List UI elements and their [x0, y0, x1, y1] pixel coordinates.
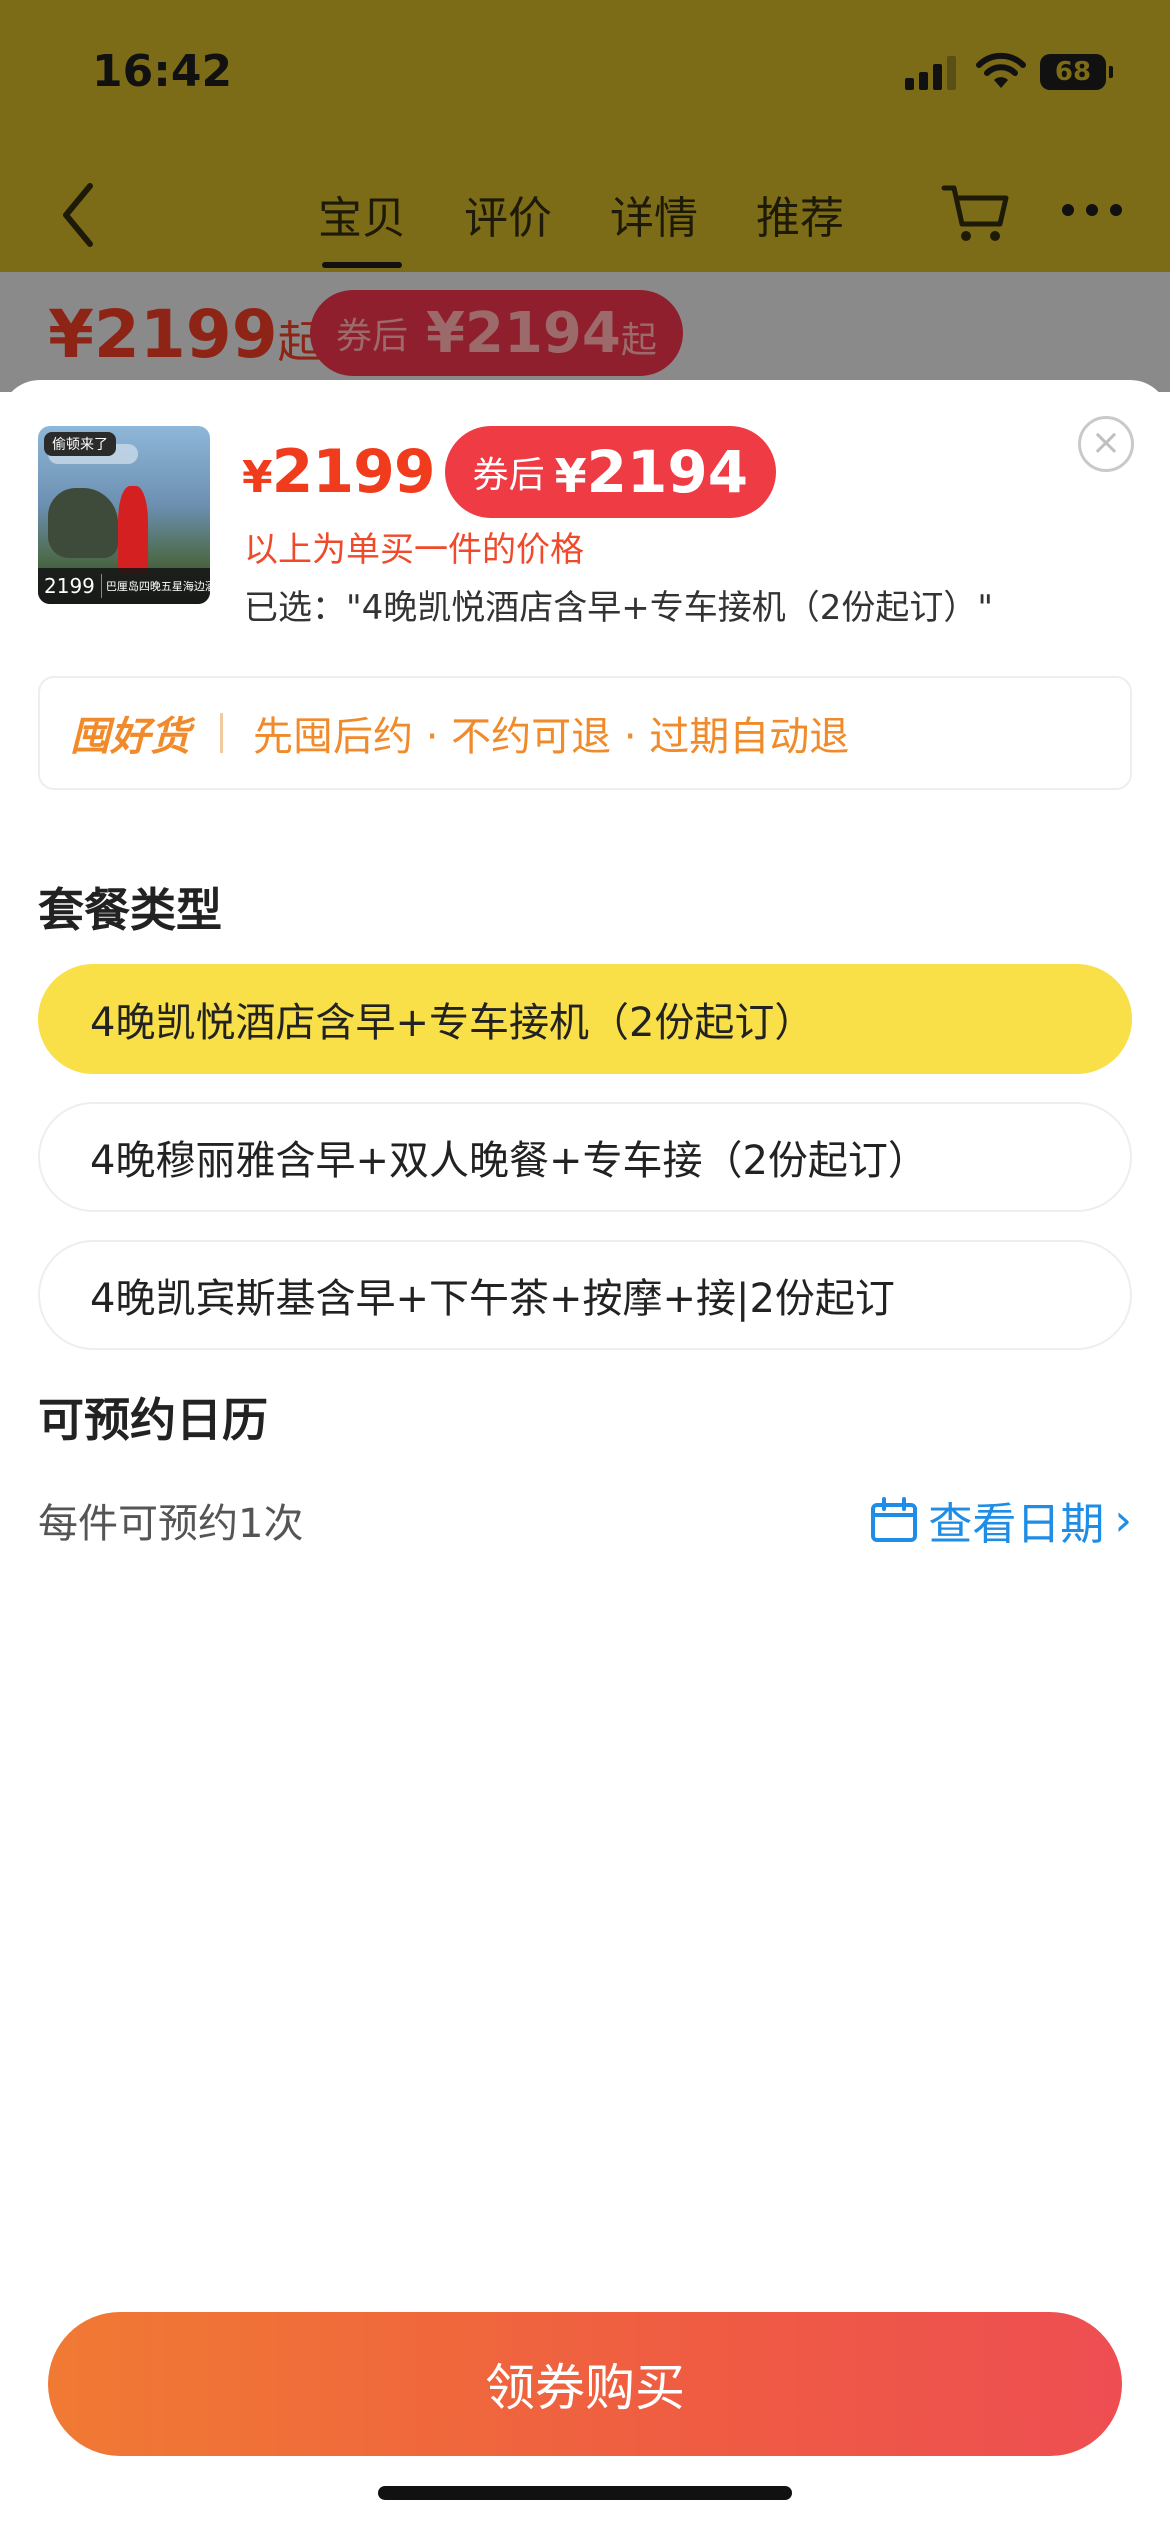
tab-item[interactable]: 宝贝 — [318, 182, 406, 268]
package-option[interactable]: 4晚凯悦酒店含早+专车接机（2份起订） — [38, 964, 1132, 1074]
guarantee-logo: 囤好货 — [70, 714, 190, 760]
background-price: ¥2199起 — [48, 296, 322, 373]
thumbnail-tag: 偷顿来了 — [44, 432, 116, 456]
package-option[interactable]: 4晚凯宾斯基含早+下午茶+按摩+接|2份起订 — [38, 1240, 1132, 1350]
coupon-price: ¥2194 — [555, 438, 748, 506]
booking-calendar-row: 每件可预约1次 查看日期 › — [38, 1488, 1132, 1552]
wifi-icon — [976, 52, 1026, 88]
background-coupon-suffix: 起 — [620, 319, 657, 361]
guarantee-banner[interactable]: 囤好货 先囤后约 · 不约可退 · 过期自动退 — [38, 676, 1132, 790]
coupon-price-value: 2194 — [586, 438, 749, 506]
battery-icon: 68 — [1040, 54, 1113, 90]
tab-bar: 宝贝 评价 详情 推荐 — [318, 182, 844, 268]
guarantee-text: 先囤后约 · 不约可退 · 过期自动退 — [253, 714, 850, 760]
top-nav: 宝贝 评价 详情 推荐 — [0, 170, 1170, 270]
calendar-icon — [871, 1497, 918, 1542]
background-coupon-price: ¥2194起 — [426, 301, 657, 366]
booking-calendar-title: 可预约日历 — [38, 1393, 268, 1447]
package-option[interactable]: 4晚穆丽雅含早+双人晚餐+专车接（2份起订） — [38, 1102, 1132, 1212]
back-arrow-icon[interactable] — [58, 180, 98, 250]
thumbnail-rock — [48, 488, 118, 558]
chevron-right-icon: › — [1114, 1494, 1132, 1546]
guarantee-divider — [220, 713, 223, 753]
tab-details[interactable]: 详情 — [610, 182, 698, 246]
tab-reviews[interactable]: 评价 — [464, 182, 552, 246]
cart-icon[interactable] — [940, 178, 1012, 250]
thumbnail-caption-bar: 2199 巴厘岛四晚五星海边酒店 — [38, 568, 210, 604]
background-coupon-label: 券后 — [336, 316, 409, 357]
status-bar: 16:42 68 — [0, 0, 1170, 150]
sku-selection-sheet: 偷顿来了 2199 巴厘岛四晚五星海边酒店 ¥2199 券后 ¥2194 × 以… — [0, 380, 1170, 2532]
thumbnail-price: 2199 — [38, 574, 102, 598]
thumbnail-person — [118, 486, 148, 574]
background-coupon-price-value: ¥2194 — [426, 300, 621, 366]
product-thumbnail[interactable]: 偷顿来了 2199 巴厘岛四晚五星海边酒店 — [38, 426, 210, 604]
price-row: ¥2199 券后 ¥2194 — [242, 426, 777, 518]
coupon-currency: ¥ — [554, 449, 587, 503]
coupon-price-badge: 券后 ¥2194 — [444, 426, 777, 518]
thumbnail-caption: 巴厘岛四晚五星海边酒店 — [105, 580, 210, 593]
home-indicator — [378, 2486, 792, 2500]
view-dates-label: 查看日期 — [928, 1499, 1105, 1550]
view-dates-link[interactable]: 查看日期 › — [870, 1488, 1132, 1552]
price-currency: ¥ — [242, 452, 273, 503]
signal-icon — [905, 56, 956, 90]
booking-limit-note: 每件可预约1次 — [38, 1501, 304, 1547]
background-coupon-badge: 券后 ¥2194起 — [310, 290, 683, 376]
package-type-title: 套餐类型 — [38, 883, 222, 937]
close-icon[interactable]: × — [1078, 416, 1134, 472]
status-time: 16:42 — [92, 46, 233, 97]
tab-recommend[interactable]: 推荐 — [756, 182, 844, 246]
background-price-value: ¥2199 — [48, 296, 278, 373]
coupon-label: 券后 — [472, 455, 545, 496]
single-purchase-note: 以上为单买一件的价格 — [244, 530, 584, 570]
single-price: ¥2199 — [242, 437, 436, 507]
price-value: 2199 — [271, 437, 436, 507]
claim-coupon-buy-button[interactable]: 领券购买 — [48, 2312, 1122, 2456]
more-icon[interactable] — [1062, 204, 1122, 216]
selected-option-text: 已选："4晚凯悦酒店含早+专车接机（2份起订）" — [244, 588, 994, 628]
